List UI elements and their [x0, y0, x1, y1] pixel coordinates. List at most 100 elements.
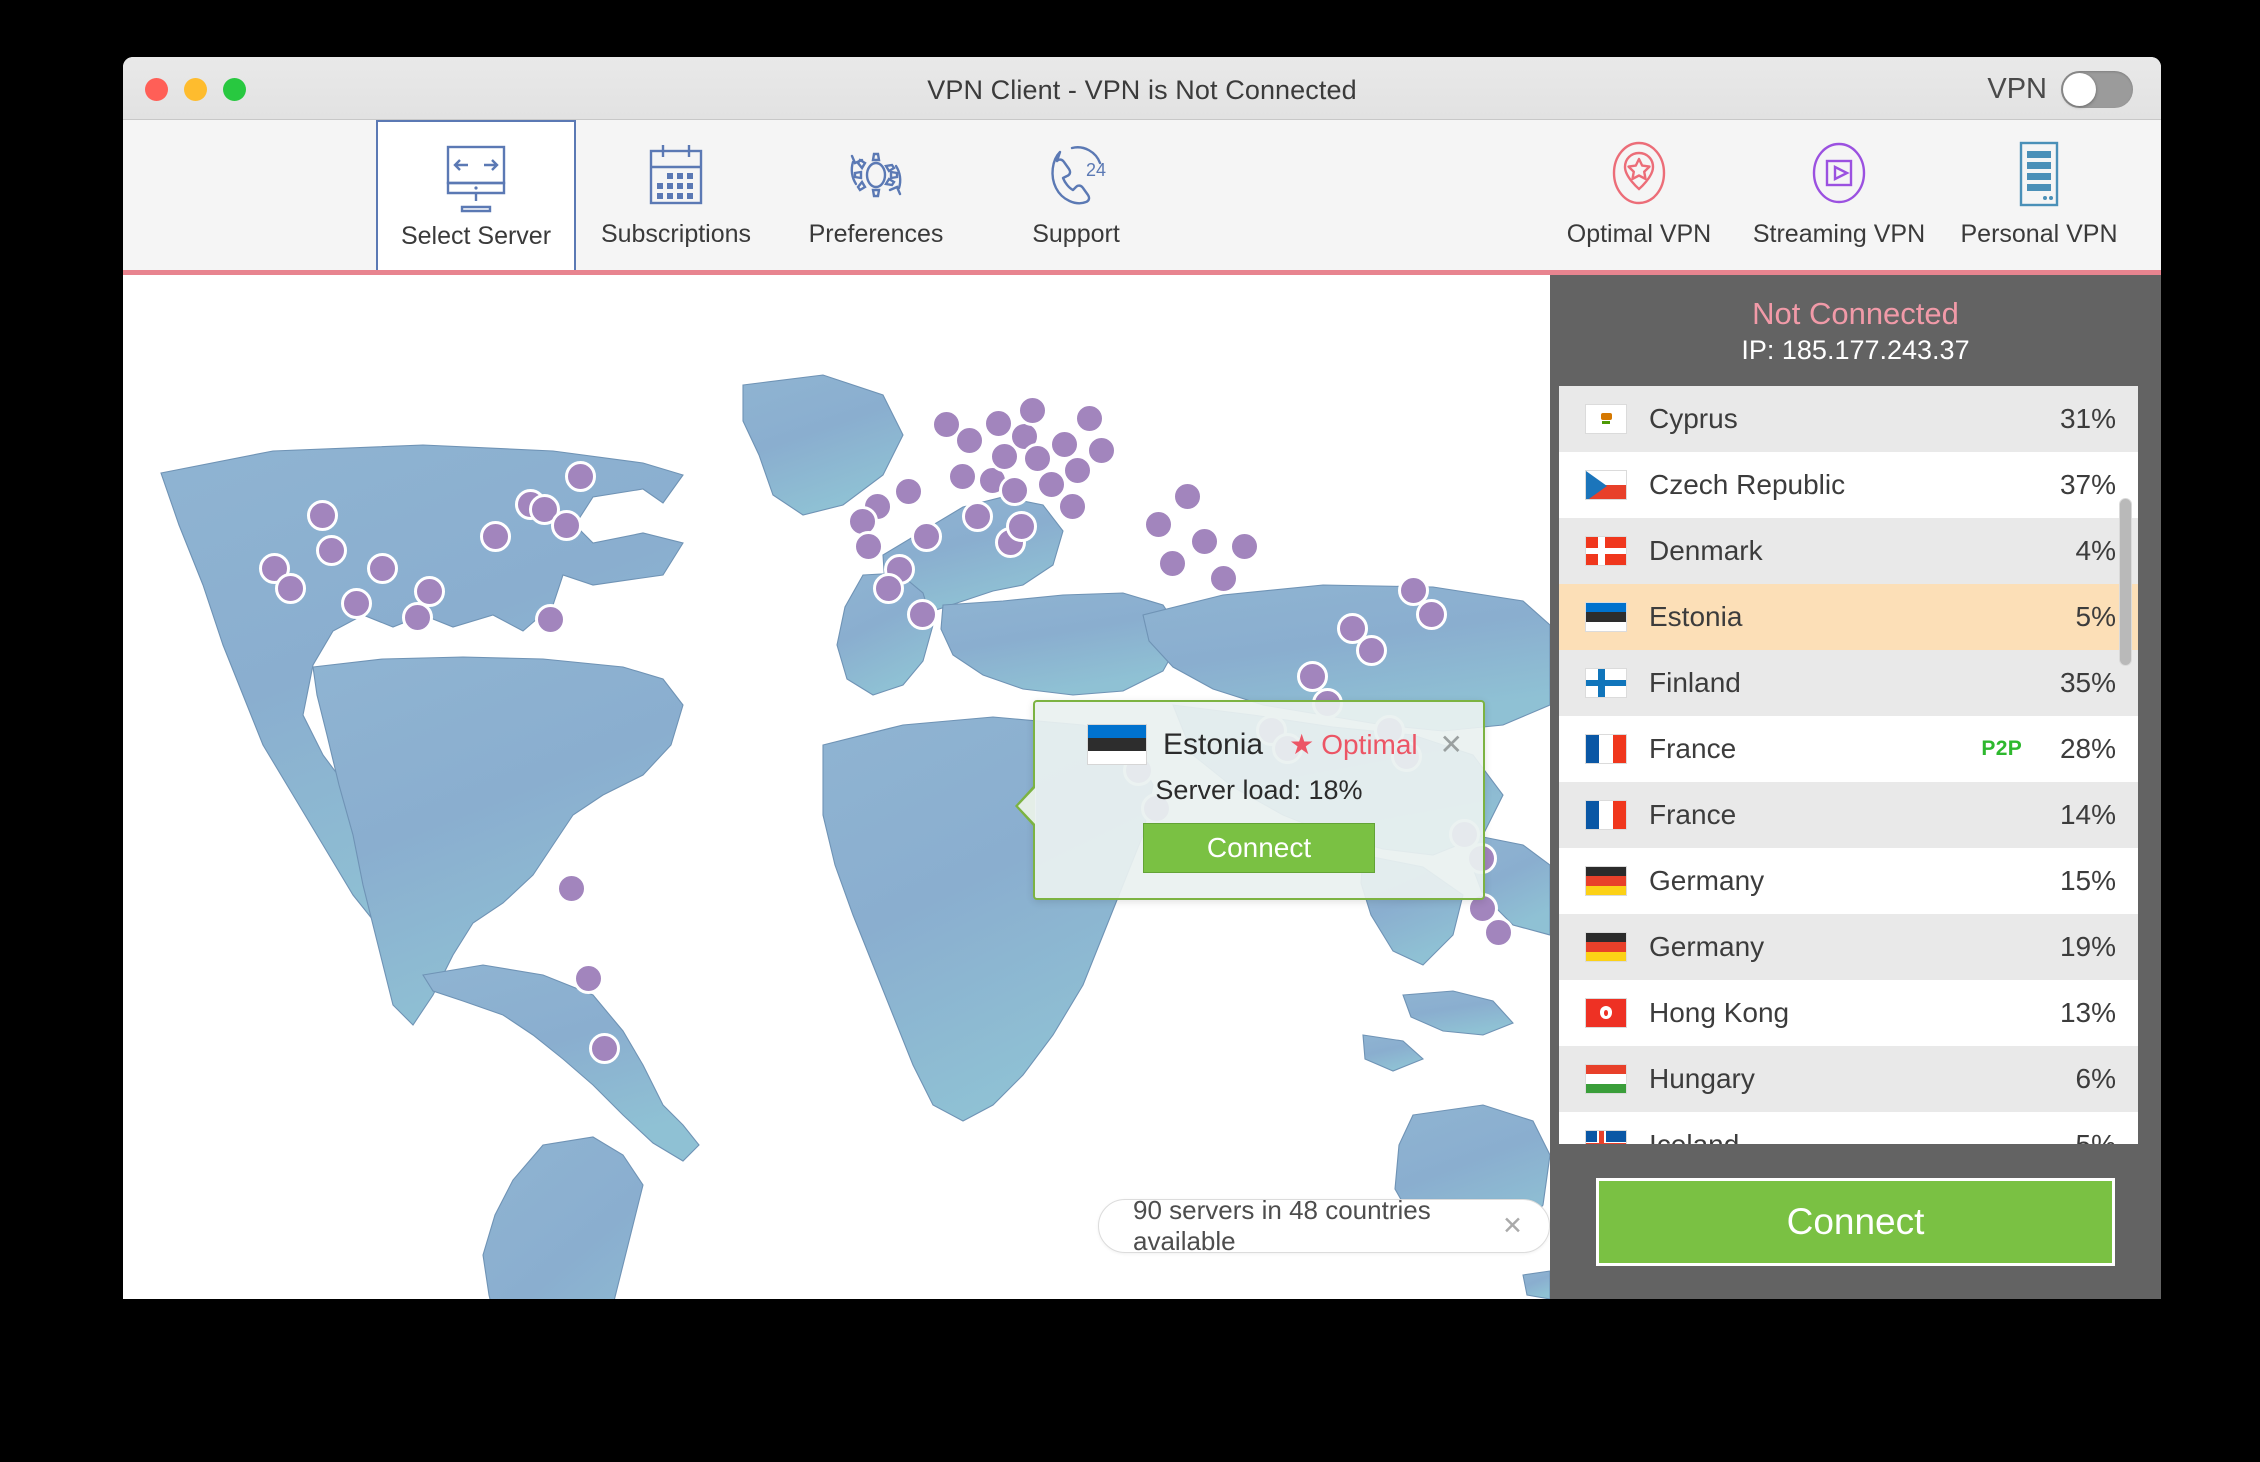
server-list-row[interactable]: Germany 19% — [1559, 914, 2138, 980]
scrollbar-thumb[interactable] — [2119, 498, 2132, 666]
tooltip-country-name: Estonia — [1163, 727, 1264, 761]
server-load-value: 6% — [2075, 1063, 2116, 1094]
server-list-scrollbar[interactable] — [2119, 386, 2132, 1144]
tab-support[interactable]: 24 Support — [976, 120, 1176, 270]
server-load-value: 15% — [2059, 865, 2116, 896]
server-load-value: 19% — [2059, 931, 2116, 962]
server-load-value: 37% — [2059, 469, 2116, 500]
server-list-row[interactable]: Denmark 4% — [1559, 518, 2138, 584]
tab-subscriptions[interactable]: Subscriptions — [576, 120, 776, 270]
tab-select-server[interactable]: Select Server — [376, 120, 576, 270]
calendar-icon — [641, 133, 711, 217]
server-marker[interactable] — [1482, 916, 1514, 948]
server-country-name: Iceland — [1649, 1129, 1739, 1144]
server-marker[interactable] — [315, 534, 347, 566]
server-marker[interactable] — [1085, 434, 1117, 466]
server-marker[interactable] — [1415, 598, 1447, 630]
server-list[interactable]: Cyprus 31% Czech Republic 37% Denmark 4% Eston… — [1559, 386, 2138, 1144]
server-marker[interactable] — [1188, 525, 1220, 557]
optimal-badge: Optimal — [1321, 728, 1418, 760]
server-marker[interactable] — [564, 460, 596, 492]
window-body: Estonia ★ Optimal ✕ Server load: 18% Con… — [123, 275, 2161, 1299]
server-marker[interactable] — [479, 520, 511, 552]
server-marker[interactable] — [906, 598, 938, 630]
finland-flag-icon — [1585, 668, 1627, 698]
server-list-row[interactable]: Iceland 5% — [1559, 1112, 2138, 1144]
server-list-row[interactable]: Hungary 6% — [1559, 1046, 2138, 1112]
tab-label: Optimal VPN — [1566, 220, 1712, 248]
tab-streaming-vpn[interactable]: Streaming VPN — [1739, 120, 1939, 270]
server-marker[interactable] — [572, 962, 604, 994]
server-marker[interactable] — [910, 520, 942, 552]
server-marker[interactable] — [534, 603, 566, 635]
server-country-name: Germany — [1649, 931, 1765, 962]
server-list-row[interactable]: Hong Kong 13% — [1559, 980, 2138, 1046]
server-marker[interactable] — [1056, 490, 1088, 522]
server-marker[interactable] — [998, 474, 1030, 506]
server-list-row[interactable]: France P2P 28% — [1559, 716, 2138, 782]
server-list-row[interactable]: Estonia 5% — [1559, 584, 2138, 650]
server-marker[interactable] — [1016, 394, 1048, 426]
vpn-client-window: VPN Client - VPN is Not Connected VPN Se… — [123, 57, 2161, 1299]
server-marker[interactable] — [1296, 660, 1328, 692]
vpn-power-toggle[interactable] — [2061, 71, 2133, 108]
server-marker[interactable] — [555, 872, 587, 904]
server-marker[interactable] — [306, 499, 338, 531]
tooltip-close-icon[interactable]: ✕ — [1440, 730, 1463, 759]
server-list-row[interactable]: France 14% — [1559, 782, 2138, 848]
server-marker[interactable] — [1142, 508, 1174, 540]
server-count-close-icon[interactable]: ✕ — [1502, 1213, 1523, 1239]
server-marker[interactable] — [1171, 480, 1203, 512]
server-marker[interactable] — [1207, 562, 1239, 594]
server-marker[interactable] — [961, 500, 993, 532]
server-marker[interactable] — [588, 1032, 620, 1064]
server-marker[interactable] — [550, 509, 582, 541]
tab-optimal-vpn[interactable]: Optimal VPN — [1539, 120, 1739, 270]
tab-label: Personal VPN — [1960, 220, 2118, 248]
server-marker[interactable] — [340, 587, 372, 619]
tab-preferences[interactable]: Preferences — [776, 120, 976, 270]
play-circle-icon — [1803, 133, 1875, 217]
estonia-flag-icon — [1087, 724, 1147, 765]
world-map-pane[interactable]: Estonia ★ Optimal ✕ Server load: 18% Con… — [123, 275, 1550, 1299]
tab-label: Preferences — [808, 220, 944, 248]
star-icon: ★ — [1289, 728, 1315, 760]
toolbar-left-group: Select Server Subscriptions Preferences … — [376, 120, 1176, 270]
france-flag-icon — [1585, 734, 1627, 764]
server-marker[interactable] — [1156, 547, 1188, 579]
server-marker[interactable] — [401, 601, 433, 633]
tooltip-connect-button[interactable]: Connect — [1143, 823, 1375, 873]
window-title: VPN Client - VPN is Not Connected — [927, 75, 1357, 105]
vpn-toggle-group[interactable]: VPN — [1987, 71, 2133, 108]
connection-status-text: Not Connected — [1752, 295, 1959, 331]
server-marker[interactable] — [274, 572, 306, 604]
connection-status-box: Not Connected IP: 185.177.243.37 — [1550, 275, 2161, 386]
denmark-flag-icon — [1585, 536, 1627, 566]
tab-label: Streaming VPN — [1752, 220, 1926, 248]
server-marker[interactable] — [1228, 530, 1260, 562]
main-toolbar: Select Server Subscriptions Preferences … — [123, 120, 2161, 275]
server-marker[interactable] — [1005, 510, 1037, 542]
server-marker[interactable] — [946, 460, 978, 492]
server-list-row[interactable]: Cyprus 31% — [1559, 386, 2138, 452]
server-country-name: Czech Republic — [1649, 469, 1846, 500]
server-load-value: 31% — [2059, 403, 2116, 434]
server-list-row[interactable]: Germany 15% — [1559, 848, 2138, 914]
server-country-name: France — [1649, 733, 1737, 764]
tab-personal-vpn[interactable]: Personal VPN — [1939, 120, 2139, 270]
server-marker[interactable] — [1355, 634, 1387, 666]
server-marker[interactable] — [1073, 402, 1105, 434]
server-list-row[interactable]: Czech Republic 37% — [1559, 452, 2138, 518]
server-tooltip[interactable]: Estonia ★ Optimal ✕ Server load: 18% Con… — [1015, 700, 1485, 900]
connect-button-area: Connect — [1550, 1144, 2161, 1299]
server-marker[interactable] — [953, 424, 985, 456]
server-list-row[interactable]: Finland 35% — [1559, 650, 2138, 716]
p2p-badge: P2P — [1981, 737, 2022, 760]
server-marker[interactable] — [852, 530, 884, 562]
svg-text:24: 24 — [1086, 160, 1106, 180]
server-marker[interactable] — [892, 475, 924, 507]
server-count-pill[interactable]: 90 servers in 48 countries available ✕ — [1098, 1195, 1550, 1256]
connect-button[interactable]: Connect — [1596, 1177, 2115, 1266]
server-marker[interactable] — [872, 572, 904, 604]
server-marker[interactable] — [366, 552, 398, 584]
